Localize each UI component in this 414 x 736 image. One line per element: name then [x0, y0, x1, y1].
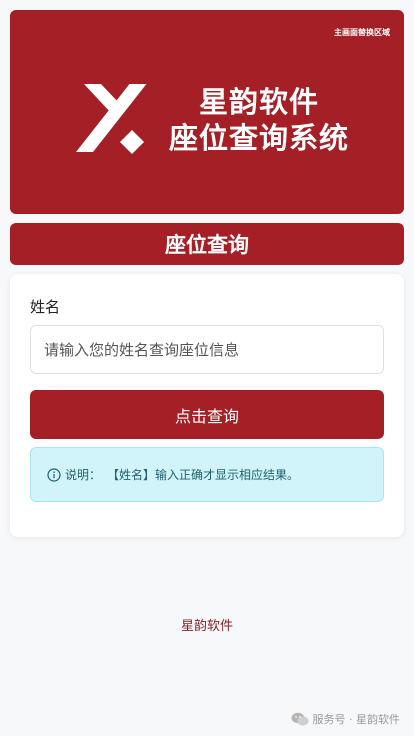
banner-title: 星韵软件 座位查询系统	[10, 84, 404, 156]
query-card: 姓名 点击查询 说明： 【姓名】输入正确才显示相应结果。	[10, 274, 404, 537]
section-title-bar: 座位查询	[10, 223, 404, 265]
watermark: 服务号 · 星韵软件	[291, 711, 401, 727]
notice-prefix: 说明：	[65, 468, 102, 482]
hero-banner: 主画面替换区域 星韵软件 座位查询系统	[10, 10, 404, 214]
name-input[interactable]	[30, 325, 384, 374]
info-icon	[47, 467, 61, 482]
banner-title-line2: 座位查询系统	[168, 121, 349, 155]
notice-alert: 说明： 【姓名】输入正确才显示相应结果。	[30, 447, 384, 502]
name-field-label: 姓名	[30, 298, 61, 316]
footer-brand-link[interactable]: 星韵软件	[0, 615, 414, 634]
watermark-text: 服务号 · 星韵软件	[312, 713, 401, 726]
page: 主画面替换区域 星韵软件 座位查询系统 座位查询 姓名 点击查询 说明： 【姓名…	[0, 0, 414, 736]
banner-corner-label: 主画面替换区域	[334, 28, 390, 37]
wechat-icon	[291, 712, 308, 726]
query-button[interactable]: 点击查询	[30, 390, 384, 439]
notice-text: 【姓名】输入正确才显示相应结果。	[107, 468, 300, 482]
banner-title-line1: 星韵软件	[198, 85, 319, 119]
